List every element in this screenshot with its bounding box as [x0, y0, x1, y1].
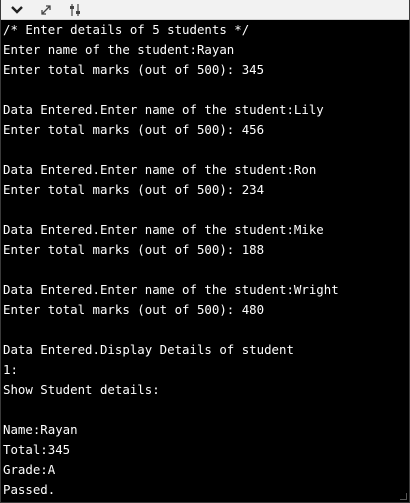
console-line: Data Entered.Enter name of the student:W… [3, 282, 339, 297]
collapse-button[interactable] [9, 2, 25, 18]
console-line: Data Entered.Display Details of student [3, 342, 294, 357]
console-line: Enter name of the student:Rayan [3, 42, 235, 57]
settings-button[interactable] [67, 2, 83, 18]
console-line: Data Entered.Enter name of the student:M… [3, 222, 324, 237]
sliders-icon [69, 3, 81, 17]
console-line: 1: [3, 362, 18, 377]
collapse-icon [11, 5, 23, 15]
console-output[interactable]: /* Enter details of 5 students */ Enter n… [3, 20, 409, 502]
console-line: Enter total marks (out of 500): 480 [3, 302, 265, 317]
console-line: Enter total marks (out of 500): 188 [3, 242, 265, 257]
console-line: Enter total marks (out of 500): 345 [3, 62, 265, 77]
console-line: Show Student details: [3, 382, 160, 397]
console-line: Enter total marks (out of 500): 234 [3, 182, 265, 197]
console-line: Grade:A [3, 462, 56, 477]
output-toolbar [1, 0, 409, 20]
console-line: Data Entered.Enter name of the student:L… [3, 102, 324, 117]
console-line: Data Entered.Enter name of the student:R… [3, 162, 317, 177]
console-line: Name:Rayan [3, 422, 78, 437]
console-line: Passed. [3, 482, 56, 497]
expand-button[interactable] [38, 2, 54, 18]
console-line: /* Enter details of 5 students */ [3, 22, 250, 37]
console-line: Total:345 [3, 442, 71, 457]
expand-icon [39, 3, 53, 17]
output-window: /* Enter details of 5 students */ Enter n… [0, 0, 410, 503]
console-line: Enter total marks (out of 500): 456 [3, 122, 265, 137]
resize-grip[interactable] [400, 493, 407, 500]
